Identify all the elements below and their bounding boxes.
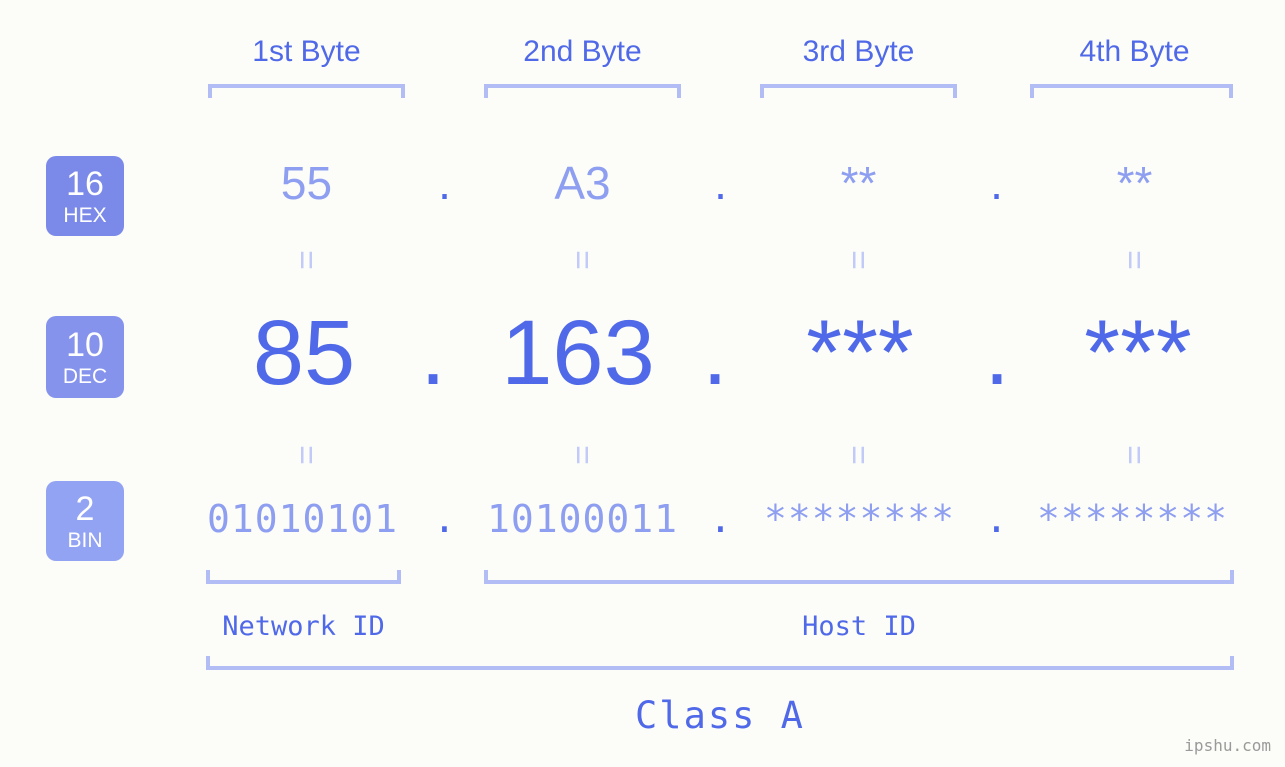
host-id-bracket [484, 570, 1234, 584]
host-id-label: Host ID [802, 611, 916, 642]
dec-octet-2: 163 [501, 302, 655, 404]
dec-separator-2: . [702, 302, 728, 404]
byte-bracket-1 [208, 84, 405, 98]
network-id-label: Network ID [222, 611, 385, 642]
dec-octet-3: *** [806, 302, 914, 404]
byte-header-4: 4th Byte [1079, 35, 1190, 68]
equals-connector-dec-bin-1: = [287, 445, 325, 465]
bin-octet-4: ******** [1036, 497, 1229, 541]
bin-row: 01010101 . 10100011 . ******** . *******… [0, 500, 1285, 550]
equals-connector-hex-dec-1: = [287, 250, 325, 270]
ip-breakdown-diagram: 1st Byte 2nd Byte 3rd Byte 4th Byte 16 H… [0, 0, 1285, 767]
byte-header-2: 2nd Byte [523, 35, 642, 68]
byte-bracket-2 [484, 84, 681, 98]
dec-separator-1: . [420, 302, 446, 404]
hex-octet-4: ** [1116, 157, 1153, 209]
hex-octet-2: A3 [554, 157, 611, 209]
bin-separator-2: . [709, 497, 732, 541]
byte-header-3: 3rd Byte [802, 35, 915, 68]
equals-connector-dec-bin-3: = [839, 445, 877, 465]
byte-bracket-4 [1030, 84, 1233, 98]
equals-connector-hex-dec-3: = [839, 250, 877, 270]
bin-octet-1: 01010101 [206, 497, 399, 541]
class-bracket [206, 656, 1234, 670]
class-label: Class A [635, 694, 805, 737]
hex-row: 55 . A3 . ** . ** [0, 160, 1285, 220]
dec-row: 85 . 163 . *** . *** [0, 307, 1285, 417]
byte-header-1: 1st Byte [252, 35, 361, 68]
dec-separator-3: . [984, 302, 1010, 404]
hex-separator-3: . [990, 157, 1003, 209]
bin-octet-3: ******** [763, 497, 956, 541]
hex-octet-1: 55 [280, 157, 333, 209]
site-watermark: ipshu.com [1184, 736, 1271, 755]
equals-connector-hex-dec-4: = [1115, 250, 1153, 270]
bin-separator-3: . [985, 497, 1008, 541]
hex-separator-2: . [714, 157, 727, 209]
bin-separator-1: . [433, 497, 456, 541]
network-id-bracket [206, 570, 401, 584]
dec-octet-4: *** [1084, 302, 1192, 404]
byte-bracket-3 [760, 84, 957, 98]
hex-separator-1: . [438, 157, 451, 209]
equals-connector-dec-bin-2: = [563, 445, 601, 465]
equals-connector-dec-bin-4: = [1115, 445, 1153, 465]
bin-octet-2: 10100011 [486, 497, 679, 541]
hex-octet-3: ** [840, 157, 877, 209]
equals-connector-hex-dec-2: = [563, 250, 601, 270]
dec-octet-1: 85 [252, 302, 356, 404]
